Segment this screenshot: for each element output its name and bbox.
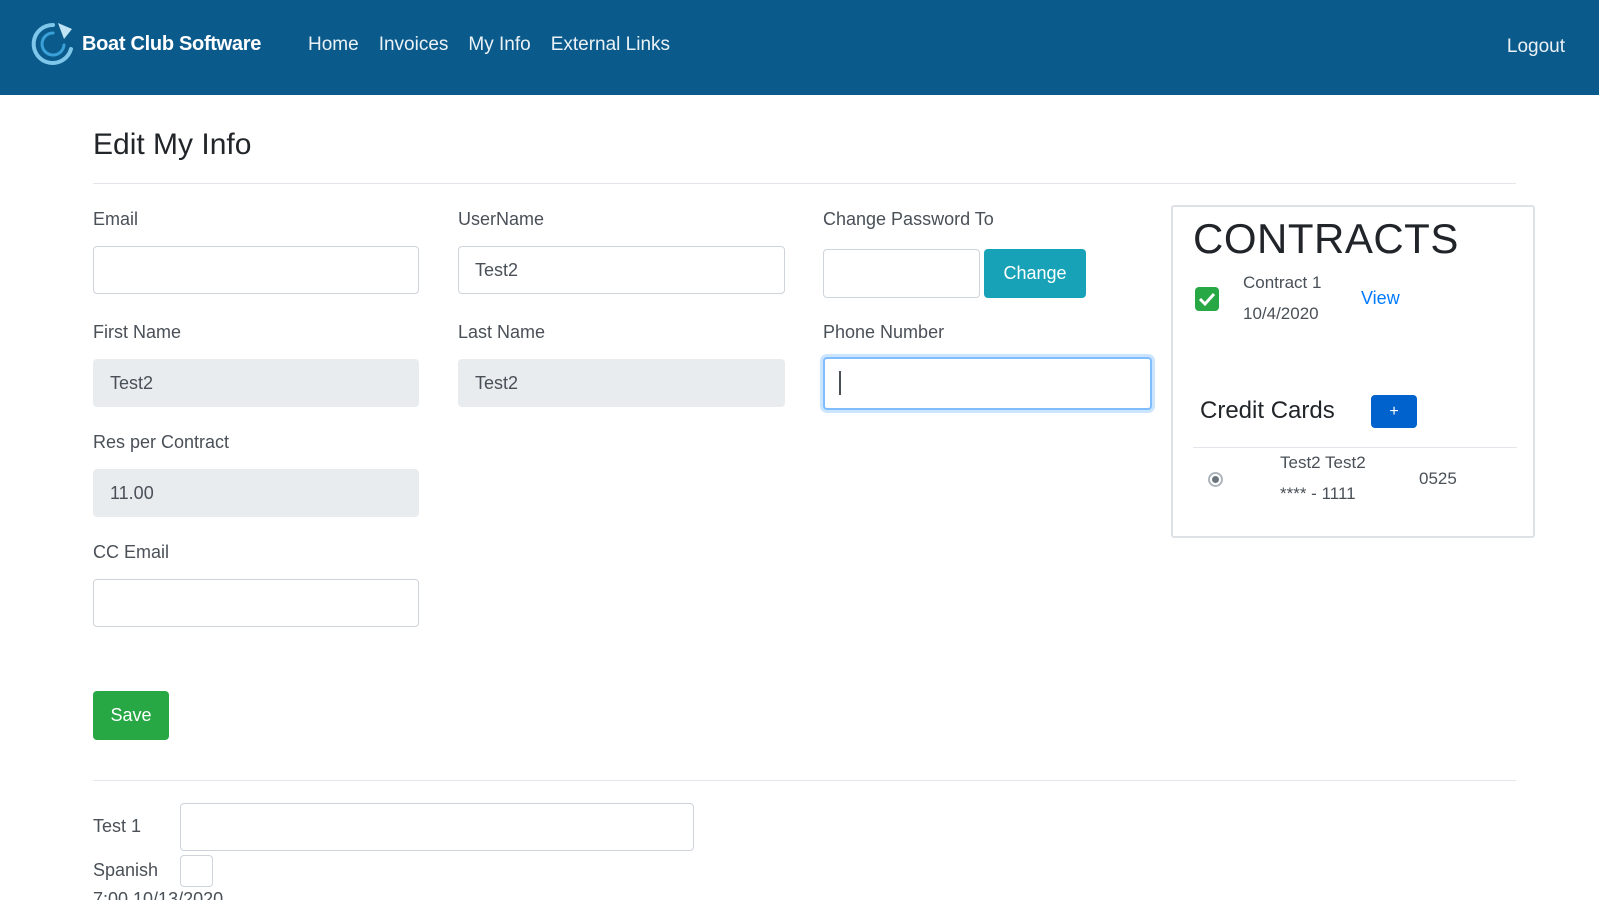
credit-cards-divider <box>1193 447 1517 448</box>
brand-name: Boat Club Software <box>82 32 262 55</box>
last-name-label: Last Name <box>458 322 546 342</box>
username-field[interactable] <box>458 246 785 294</box>
credit-card-expiry: 0525 <box>1419 469 1457 488</box>
spanish-label: Spanish <box>93 860 159 880</box>
add-credit-card-button[interactable]: + <box>1371 395 1417 428</box>
credit-card-number: **** - 1111 <box>1280 484 1356 503</box>
cut-off-row: 7:00 10/13/2020 <box>93 889 224 900</box>
username-label: UserName <box>458 209 545 229</box>
nav-invoices[interactable]: Invoices <box>379 34 449 56</box>
brand[interactable]: Boat Club Software <box>28 16 261 72</box>
contract-name: Contract 1 <box>1243 273 1322 292</box>
contract-view-link[interactable]: View <box>1361 288 1400 309</box>
first-name-field[interactable] <box>93 359 419 407</box>
contract-checked-icon <box>1195 287 1219 311</box>
res-per-contract-field[interactable] <box>93 469 419 517</box>
change-password-button[interactable]: Change <box>984 249 1086 298</box>
phone-label: Phone Number <box>823 322 945 342</box>
page-title: Edit My Info <box>93 128 252 161</box>
nav-home[interactable]: Home <box>308 34 359 56</box>
test1-field[interactable] <box>180 803 694 851</box>
cc-email-field[interactable] <box>93 579 419 627</box>
nav-my-info[interactable]: My Info <box>468 34 530 56</box>
section-divider <box>93 780 1516 781</box>
last-name-field[interactable] <box>458 359 785 407</box>
res-per-contract-label: Res per Contract <box>93 432 230 452</box>
contracts-panel: CONTRACTS Contract 1 10/4/2020 View Cred… <box>1171 205 1535 538</box>
credit-card-radio[interactable] <box>1208 472 1223 487</box>
boat-club-logo-icon <box>31 22 73 65</box>
nav-links: Home Invoices My Info External Links <box>308 34 690 56</box>
test1-label: Test 1 <box>93 816 142 836</box>
save-button[interactable]: Save <box>93 691 169 740</box>
change-password-field[interactable] <box>823 249 980 298</box>
nav-external-links[interactable]: External Links <box>551 34 670 56</box>
navbar: Boat Club Software Home Invoices My Info… <box>0 0 1599 95</box>
credit-cards-title: Credit Cards <box>1200 397 1335 424</box>
email-field[interactable] <box>93 246 419 294</box>
change-password-label: Change Password To <box>823 209 994 229</box>
title-divider <box>93 183 1516 184</box>
credit-card-name: Test2 Test2 <box>1280 453 1366 472</box>
text-cursor <box>839 371 841 395</box>
contracts-title: CONTRACTS <box>1193 215 1459 262</box>
spanish-checkbox[interactable] <box>180 855 213 887</box>
phone-number-field[interactable] <box>823 357 1152 410</box>
logout-link[interactable]: Logout <box>1507 36 1565 58</box>
contract-date: 10/4/2020 <box>1243 304 1319 323</box>
email-label: Email <box>93 209 139 229</box>
first-name-label: First Name <box>93 322 182 342</box>
cc-email-label: CC Email <box>93 542 170 562</box>
